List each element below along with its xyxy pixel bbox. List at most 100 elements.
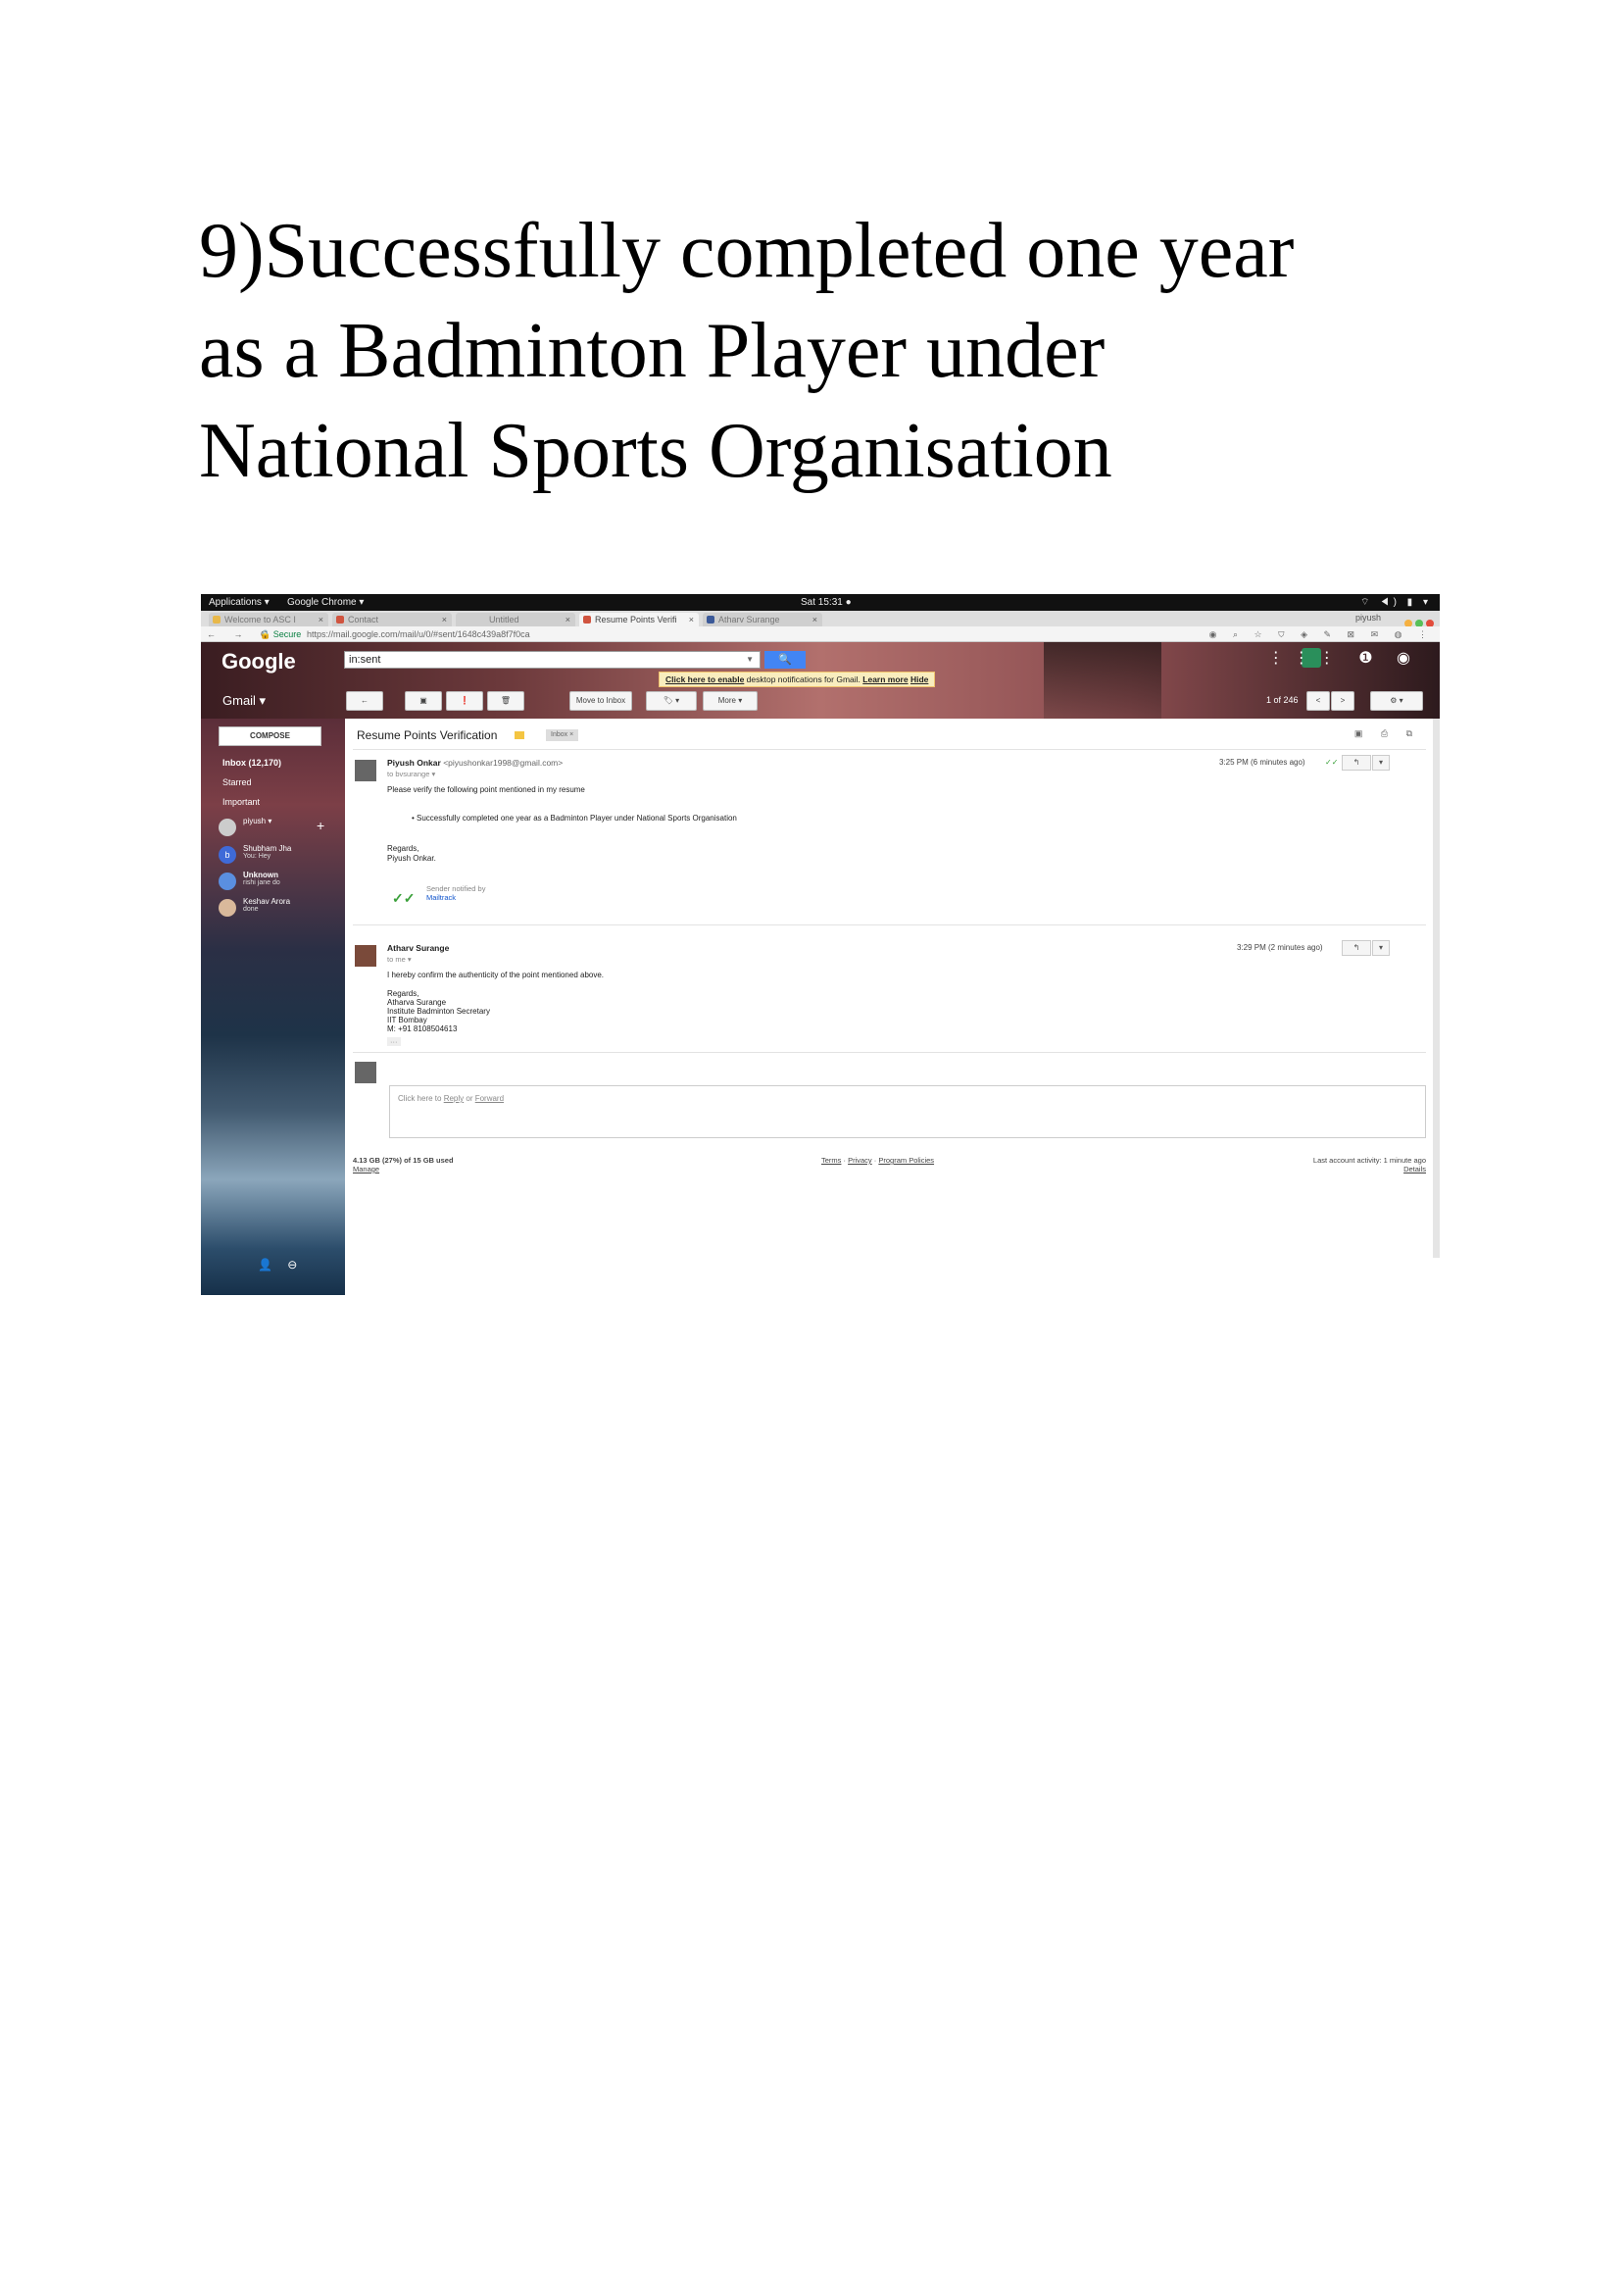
thread-view: Resume Points Verification Inbox × ▣ ⎙ ⧉… xyxy=(345,719,1440,1295)
details-link[interactable]: Details xyxy=(1403,1165,1426,1173)
message-menu-button[interactable]: ▾ xyxy=(1372,940,1390,956)
message-body-line: Institute Badminton Secretary xyxy=(387,1007,490,1016)
sender-avatar xyxy=(355,760,376,781)
forward-link[interactable]: Forward xyxy=(475,1094,504,1103)
show-trimmed-button[interactable]: ··· xyxy=(387,1037,401,1046)
gmail-favicon-icon xyxy=(583,616,591,624)
divider xyxy=(353,924,1426,925)
more-button[interactable]: More ▾ xyxy=(703,691,758,711)
recipient-line[interactable]: to me ▾ xyxy=(387,955,412,964)
privacy-link[interactable]: Privacy xyxy=(848,1156,872,1165)
sidebar-item-important[interactable]: Important xyxy=(222,797,260,807)
recipient-line[interactable]: to bvsurange ▾ xyxy=(387,770,435,778)
message-sender[interactable]: Piyush Onkar <piyushonkar1998@gmail.com> xyxy=(387,758,563,768)
browser-tab[interactable]: Untitled × xyxy=(456,613,575,626)
hangout-item[interactable]: Unknown rishi jane do xyxy=(219,871,280,890)
browser-tab[interactable]: Welcome to ASC I × xyxy=(209,613,328,626)
hide-link[interactable]: Hide xyxy=(910,674,928,684)
hangouts-footer-icons[interactable]: 👤 ⊖ xyxy=(258,1258,303,1272)
close-tab-icon[interactable]: × xyxy=(319,613,323,626)
message-body-line: M: +91 8108504613 xyxy=(387,1024,458,1033)
tab-label: Untitled xyxy=(489,615,519,624)
scrollbar[interactable] xyxy=(1433,719,1440,1258)
prev-thread-button[interactable]: < xyxy=(1306,691,1330,711)
gmail-menu[interactable]: Gmail ▾ xyxy=(222,693,266,709)
avatar xyxy=(219,873,236,890)
message-menu-button[interactable]: ▾ xyxy=(1372,755,1390,771)
next-thread-button[interactable]: > xyxy=(1331,691,1354,711)
browser-tab[interactable]: Contact × xyxy=(332,613,452,626)
terms-link[interactable]: Terms xyxy=(821,1156,841,1165)
message-body-line: I hereby confirm the authenticity of the… xyxy=(387,971,605,979)
message-sender[interactable]: Atharv Surange xyxy=(387,943,449,953)
tab-label: Atharv Surange xyxy=(718,615,780,624)
report-spam-button[interactable]: ❗ xyxy=(446,691,483,711)
reply-button[interactable]: ↰ xyxy=(1342,940,1371,956)
divider xyxy=(353,1052,1426,1053)
add-contact-icon[interactable]: + xyxy=(317,818,324,833)
mailtrack-note: Sender notified by xyxy=(426,884,486,893)
compose-button[interactable]: COMPOSE xyxy=(219,726,321,746)
avatar xyxy=(219,819,236,836)
last-activity: Last account activity: 1 minute ago xyxy=(1312,1156,1426,1165)
archive-button[interactable]: ▣ xyxy=(405,691,442,711)
browser-tab[interactable]: Atharv Surange × xyxy=(703,613,822,626)
account-switcher[interactable]: piyush ▾ xyxy=(219,817,271,836)
manage-storage-link[interactable]: Manage xyxy=(353,1165,379,1173)
labels-button[interactable]: 🏷 ▾ xyxy=(646,691,697,711)
important-marker-icon[interactable] xyxy=(515,731,524,739)
message-body-line: Regards, xyxy=(387,844,419,853)
system-tray-icons[interactable]: ⌔ ◀) ▮ ▾ xyxy=(1360,594,1432,611)
reply-button[interactable]: ↰ xyxy=(1342,755,1371,771)
message-time: 3:25 PM (6 minutes ago) xyxy=(1219,758,1305,767)
back-button[interactable]: ← xyxy=(346,691,383,711)
google-logo[interactable]: Google xyxy=(221,649,296,674)
message-body-line: Regards, xyxy=(387,989,419,998)
footer-links: Terms · Privacy · Program Policies xyxy=(821,1156,935,1165)
message-body-line: Piyush Onkar. xyxy=(387,854,436,863)
sidebar-item-starred[interactable]: Starred xyxy=(222,777,252,787)
move-to-inbox-button[interactable]: Move to Inbox xyxy=(569,691,632,711)
learn-more-link[interactable]: Learn more xyxy=(862,674,908,684)
mailtrack-status-icon: ✓✓ xyxy=(1325,758,1339,767)
close-tab-icon[interactable]: × xyxy=(689,613,694,626)
search-options-icon[interactable]: ▼ xyxy=(746,652,754,668)
reply-link[interactable]: Reply xyxy=(444,1094,464,1103)
search-input[interactable]: in:sent ▼ xyxy=(344,651,761,669)
secure-indicator[interactable]: 🔒 Secure xyxy=(260,626,301,642)
close-tab-icon[interactable]: × xyxy=(442,613,447,626)
address-bar: ← → C 🔒 Secure https://mail.google.com/m… xyxy=(201,626,1440,642)
os-clock[interactable]: Sat 15:31 ● xyxy=(801,594,852,611)
tab-label: Welcome to ASC I xyxy=(224,615,296,624)
hangout-item[interactable]: Keshav Arora done xyxy=(219,897,290,917)
browser-profile[interactable]: piyush xyxy=(1355,613,1381,623)
header-icons[interactable]: ⋮⋮⋮ ❶ ◉ xyxy=(1268,648,1420,668)
delete-button[interactable]: 🗑 xyxy=(487,691,524,711)
enable-notifications-link[interactable]: Click here to enable xyxy=(665,674,744,684)
mailtrack-link[interactable]: Mailtrack xyxy=(426,893,456,902)
url-field[interactable]: https://mail.google.com/mail/u/0/#sent/1… xyxy=(307,626,530,642)
gmail-sidebar: COMPOSE Inbox (12,170) Starred Important… xyxy=(201,719,345,1295)
browser-menu[interactable]: Google Chrome ▾ xyxy=(287,594,364,611)
applications-menu[interactable]: Applications ▾ xyxy=(209,594,270,611)
search-value: in:sent xyxy=(349,654,381,666)
extension-icons[interactable]: ◉ ⌕ ☆ ⛉ ◈ ✎ ⊠ ✉ ◍ ⋮ xyxy=(1209,626,1434,642)
os-top-bar: Applications ▾ Google Chrome ▾ Sat 15:31… xyxy=(201,594,1440,611)
reply-box[interactable]: Click here to Reply or Forward xyxy=(389,1085,1426,1138)
sidebar-item-inbox[interactable]: Inbox (12,170) xyxy=(222,758,281,768)
hangout-item[interactable]: b Shubham Jha You: Hey xyxy=(219,844,291,864)
search-button[interactable]: 🔍 xyxy=(764,651,806,669)
browser-tab-active[interactable]: Resume Points Verifi × xyxy=(579,613,699,626)
message-body-line: IIT Bombay xyxy=(387,1016,427,1024)
close-tab-icon[interactable]: × xyxy=(812,613,817,626)
page-heading: 9)Successfully completed one year as a B… xyxy=(199,201,1473,501)
inbox-label-chip[interactable]: Inbox × xyxy=(546,729,579,741)
settings-button[interactable]: ⚙ ▾ xyxy=(1370,691,1423,711)
message-body-line: Please verify the following point mentio… xyxy=(387,785,585,794)
thread-counter: 1 of 246 xyxy=(1266,695,1299,705)
program-policies-link[interactable]: Program Policies xyxy=(878,1156,934,1165)
tab-favicon-icon xyxy=(336,616,344,624)
close-tab-icon[interactable]: × xyxy=(566,613,570,626)
message-body-line: Atharva Surange xyxy=(387,998,447,1007)
thread-action-icons[interactable]: ▣ ⎙ ⧉ xyxy=(1354,728,1420,739)
